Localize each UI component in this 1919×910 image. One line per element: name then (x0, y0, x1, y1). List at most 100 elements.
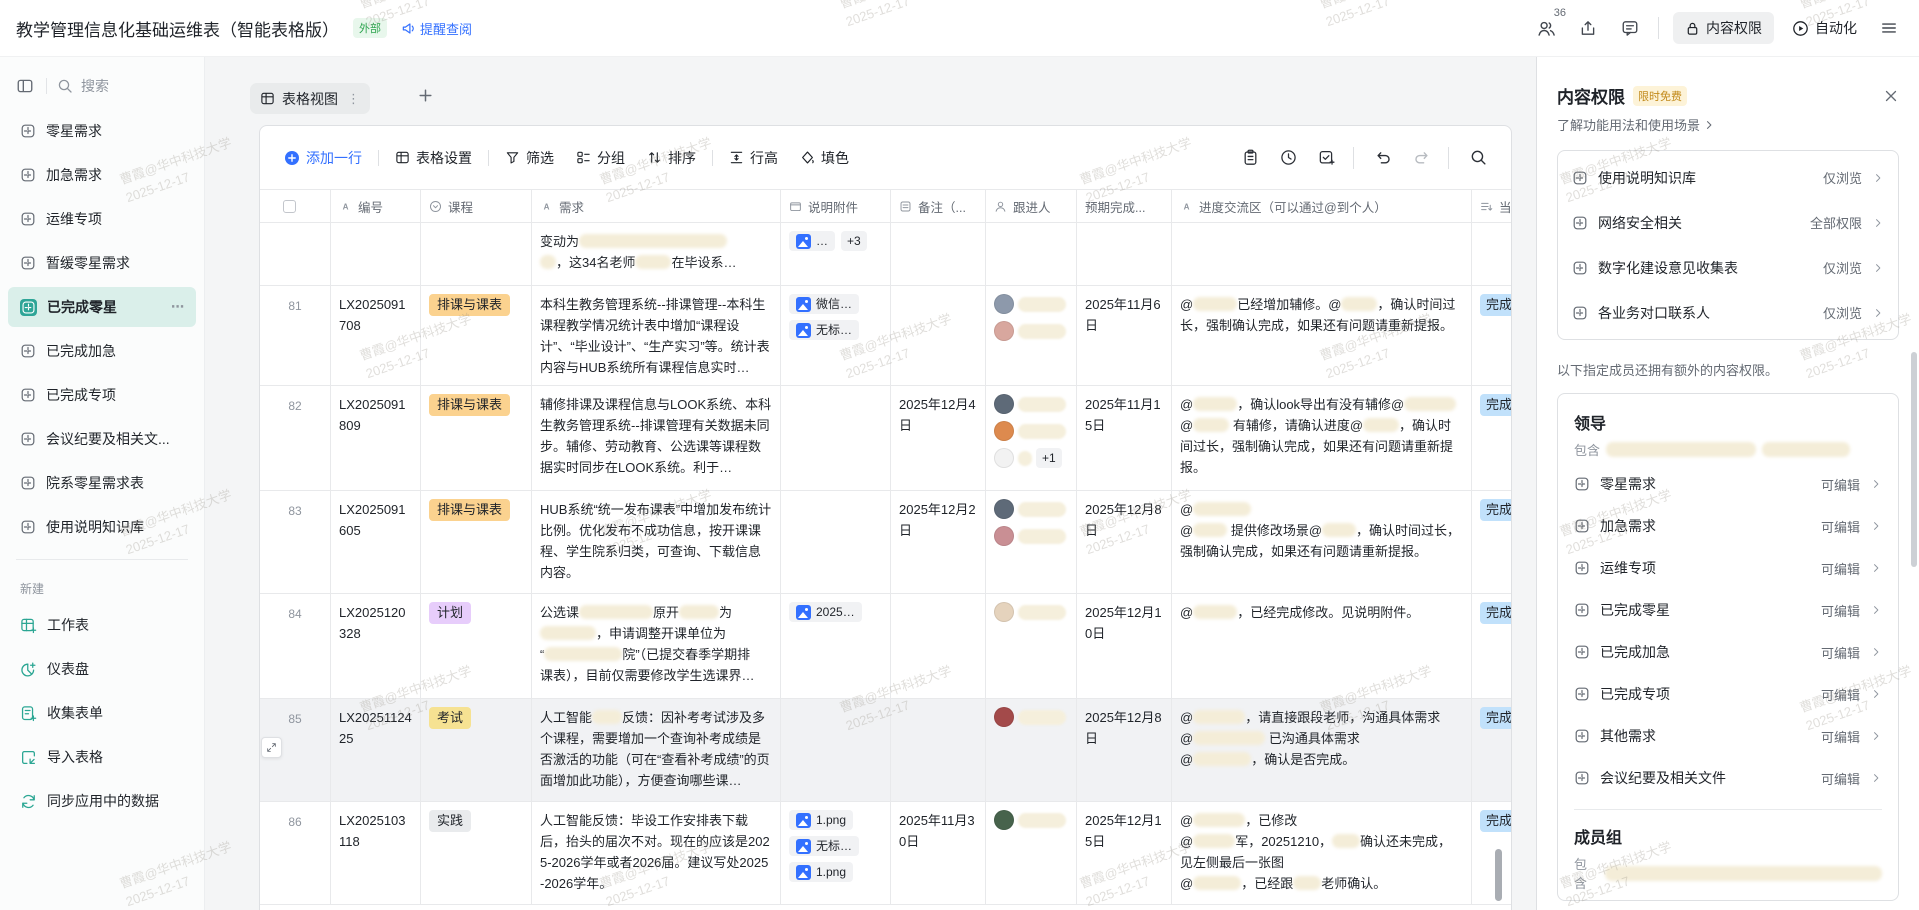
content-permission-button[interactable]: 内容权限 (1673, 12, 1774, 44)
sidebar-item-8[interactable]: 院系零星需求表 (8, 463, 196, 503)
select-all-checkbox[interactable] (283, 200, 296, 213)
cell-due-date[interactable]: 2025年12月10日 (1077, 594, 1172, 698)
cell-progress[interactable]: @@ 提供修改场景@，确认时间过长，强制确认完成，如果还有问题请重新提报。 (1172, 491, 1472, 593)
panel-shared-item-2[interactable]: 数字化建设意见收集表仅浏览 (1572, 245, 1884, 290)
column-header-progress[interactable]: A进度交流区（可以通过@到个人） (1172, 190, 1472, 222)
row-number[interactable]: 81 (260, 286, 331, 385)
more-icon[interactable]: ⋯ (171, 299, 186, 315)
table-settings-button[interactable]: 表格设置 (395, 148, 472, 168)
group-button[interactable]: 分组 (576, 148, 625, 168)
undo-button[interactable] (1370, 145, 1396, 171)
cell-id[interactable]: LX2025091809 (331, 386, 421, 490)
cell-id[interactable]: LX2025103118 (331, 802, 421, 904)
attachment-more-badge[interactable]: +3 (841, 231, 867, 251)
cell-remark[interactable]: 2025年12月4日 (891, 386, 986, 490)
cell-course[interactable] (421, 223, 532, 285)
cell-attachments[interactable]: 2025… (781, 594, 891, 698)
collaborators-button[interactable]: 36 (1532, 14, 1560, 42)
column-header-row-gutter[interactable] (260, 190, 331, 222)
panel-scrollbar[interactable] (1911, 352, 1917, 567)
cell-follower[interactable] (986, 491, 1077, 593)
cell-requirement[interactable]: 公选课原开为，申请调整开课单位为“院”（已提交春季学期排课表），目前仅需要修改学… (532, 594, 781, 698)
sidebar-item-7[interactable]: 会议纪要及相关文... (8, 419, 196, 459)
column-header-follower[interactable]: 跟进人 (986, 190, 1077, 222)
sidebar-create-1[interactable]: 仪表盘 (8, 649, 196, 689)
cell-attachments[interactable]: 微信… 无标… (781, 286, 891, 385)
cell-attachments[interactable]: 1.png无标…1.png (781, 802, 891, 904)
attachment-chip[interactable]: 微信… (789, 294, 859, 314)
share-button[interactable] (1574, 14, 1602, 42)
cell-follower[interactable]: +1 (986, 386, 1077, 490)
row-number[interactable]: 83 (260, 491, 331, 593)
cell-course[interactable]: 实践 (421, 802, 532, 904)
attachment-chip[interactable]: 无标… (789, 320, 859, 340)
cell-due-date[interactable]: 2025年12月8日 (1077, 699, 1172, 801)
cell-requirement[interactable]: 人工智能反馈：因补考考试涉及多个课程，需要增加一个查询补考成绩是否激活的功能（可… (532, 699, 781, 801)
column-header-due-date[interactable]: 预期完成... (1077, 190, 1172, 222)
tab-grid-view[interactable]: 表格视图 ⋮ (250, 83, 370, 114)
panel-shared-item-1[interactable]: 网络安全相关全部权限 (1572, 200, 1884, 245)
panel-group-item-7[interactable]: 会议纪要及相关文件可编辑 (1574, 757, 1882, 799)
column-header-remark[interactable]: 备注（... (891, 190, 986, 222)
sidebar-item-3[interactable]: 暂缓零星需求 (8, 243, 196, 283)
search-in-table-button[interactable] (1465, 145, 1491, 171)
comment-button[interactable] (1616, 14, 1644, 42)
row-number[interactable]: 84 (260, 594, 331, 698)
cell-status[interactable]: 完成 (1472, 802, 1512, 904)
row-number[interactable]: 85 (260, 699, 331, 801)
cell-course[interactable]: 计划 (421, 594, 532, 698)
menu-button[interactable] (1875, 14, 1903, 42)
row-number[interactable]: 82 (260, 386, 331, 490)
cell-due-date[interactable]: 2025年11月15日 (1077, 386, 1172, 490)
row-number[interactable] (260, 223, 331, 285)
cell-remark[interactable] (891, 223, 986, 285)
attachment-chip[interactable]: 无标… (789, 836, 859, 856)
panel-help-link[interactable]: 了解功能用法和使用场景 (1557, 115, 1899, 134)
cell-status[interactable] (1472, 223, 1512, 285)
sidebar-create-4[interactable]: 同步应用中的数据 (8, 781, 196, 821)
cell-progress[interactable]: @，已经完成修改。见说明附件。 (1172, 594, 1472, 698)
sidebar-create-0[interactable]: 工作表 (8, 605, 196, 645)
attachment-chip[interactable]: 1.png (789, 810, 853, 830)
column-header-requirement[interactable]: A需求 (532, 190, 781, 222)
table-scrollbar[interactable] (1495, 849, 1502, 901)
cell-requirement[interactable]: 辅修排课及课程信息与LOOK系统、本科生教务管理系统--排课管理有关数据未同步。… (532, 386, 781, 490)
history-button[interactable] (1275, 145, 1301, 171)
cell-follower[interactable] (986, 594, 1077, 698)
attachment-chip[interactable]: 2025… (789, 602, 862, 622)
collapse-sidebar-button[interactable] (14, 75, 36, 97)
sidebar-item-2[interactable]: 运维专项 (8, 199, 196, 239)
column-header-course[interactable]: 课程 (421, 190, 532, 222)
cell-attachments[interactable]: …+3 (781, 223, 891, 285)
panel-group-item-5[interactable]: 已完成专项可编辑 (1574, 673, 1882, 715)
follower-more-badge[interactable]: +1 (1036, 448, 1062, 468)
automation-button[interactable]: 自动化 (1792, 18, 1857, 38)
add-view-button[interactable] (417, 87, 434, 104)
cell-status[interactable]: 完成 (1472, 491, 1512, 593)
column-header-id[interactable]: A编号 (331, 190, 421, 222)
cell-follower[interactable] (986, 223, 1077, 285)
cell-course[interactable]: 考试 (421, 699, 532, 801)
cell-status[interactable]: 完成 (1472, 699, 1512, 801)
cell-follower[interactable] (986, 286, 1077, 385)
panel-group-item-2[interactable]: 运维专项可编辑 (1574, 547, 1882, 589)
cell-id[interactable] (331, 223, 421, 285)
sidebar-item-9[interactable]: 使用说明知识库 (8, 507, 196, 547)
panel-group-item-1[interactable]: 加急需求可编辑 (1574, 505, 1882, 547)
tab-more-icon[interactable]: ⋮ (347, 91, 360, 107)
panel-group-item-0[interactable]: 零星需求可编辑 (1574, 463, 1882, 505)
cell-remark[interactable] (891, 594, 986, 698)
cell-follower[interactable] (986, 699, 1077, 801)
panel-group-item-4[interactable]: 已完成加急可编辑 (1574, 631, 1882, 673)
row-height-button[interactable]: 行高 (729, 148, 778, 168)
cell-id[interactable]: LX2025112425 (331, 699, 421, 801)
cell-status[interactable]: 完成 (1472, 386, 1512, 490)
cell-requirement[interactable]: HUB系统“统一发布课表”中增加发布统计比例。优化发布不成功信息，按开课课程、学… (532, 491, 781, 593)
row-number[interactable]: 86 (260, 802, 331, 904)
cell-attachments[interactable] (781, 699, 891, 801)
add-record-button[interactable] (1313, 145, 1339, 171)
cell-requirement[interactable]: 变动为，这34名老师在毕设系… (532, 223, 781, 285)
cell-due-date[interactable] (1077, 223, 1172, 285)
cell-remark[interactable] (891, 699, 986, 801)
remind-review-button[interactable]: 提醒查阅 (401, 19, 472, 38)
